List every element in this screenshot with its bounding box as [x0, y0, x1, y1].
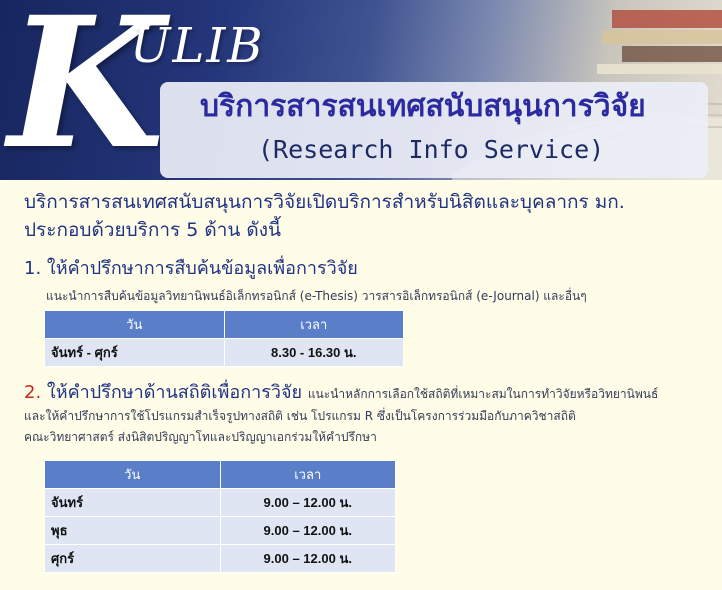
section-2-title: ให้คำปรึกษาด้านสถิติเพื่อการวิจัย [46, 382, 303, 403]
logo-ulib: ULIB [130, 18, 265, 74]
section-1-table: วัน เวลา จันทร์ - ศุกร์ 8.30 - 16.30 น. [44, 310, 404, 367]
section-2-first-line: 2. ให้คำปรึกษาด้านสถิติเพื่อการวิจัย แนะ… [24, 380, 714, 406]
table-cell-day: จันทร์ [44, 488, 221, 517]
section-2-block: 2. ให้คำปรึกษาด้านสถิติเพื่อการวิจัย แนะ… [24, 380, 714, 448]
table-row: พุธ 9.00 – 12.00 น. [44, 516, 396, 545]
section-1-title: ให้คำปรึกษาการสืบค้นข้อมูลเพื่อการวิจัย [46, 258, 358, 279]
table-header-row: วัน เวลา [44, 460, 396, 489]
table-row: จันทร์ 9.00 – 12.00 น. [44, 488, 396, 517]
intro-text: บริการสารสนเทศสนับสนุนการวิจัยเปิดบริการ… [24, 188, 704, 244]
table-cell-time: 9.00 – 12.00 น. [219, 516, 396, 545]
header-banner: K ULIB บริการสารสนเทศสนับสนุนการวิจัย (R… [0, 0, 722, 180]
page-title: บริการสารสนเทศสนับสนุนการวิจัย [200, 89, 646, 124]
table-cell-day: ศุกร์ [44, 544, 221, 573]
section-2-table: วัน เวลา จันทร์ 9.00 – 12.00 น. พุธ 9.00… [44, 460, 396, 573]
intro-line-2: ประกอบด้วยบริการ 5 ด้าน ดังนี้ [24, 219, 282, 241]
table-cell-time: 8.30 - 16.30 น. [223, 338, 404, 367]
title-box: บริการสารสนเทศสนับสนุนการวิจัย (Research… [160, 82, 708, 178]
table-cell-day: จันทร์ - ศุกร์ [44, 338, 225, 367]
section-1-heading: 1. ให้คำปรึกษาการสืบค้นข้อมูลเพื่อการวิจ… [24, 256, 358, 282]
table-header-time: เวลา [219, 460, 396, 489]
table-row: ศุกร์ 9.00 – 12.00 น. [44, 544, 396, 573]
intro-line-1: บริการสารสนเทศสนับสนุนการวิจัยเปิดบริการ… [24, 191, 625, 213]
section-2-description-line-3: คณะวิทยาศาสตร์ ส่งนิสิตปริญญาโทและปริญญา… [24, 430, 377, 444]
section-2-number: 2. [24, 382, 42, 403]
table-cell-time: 9.00 – 12.00 น. [219, 488, 396, 517]
section-1-number: 1. [24, 258, 42, 279]
table-header-time: เวลา [223, 310, 404, 339]
section-2-description-line-2: และให้คำปรึกษาการใช้โปรแกรมสำเร็จรูปทางส… [24, 409, 576, 423]
table-cell-time: 9.00 – 12.00 น. [219, 544, 396, 573]
section-1-description: แนะนำการสืบค้นข้อมูลวิทยานิพนธ์อิเล็กทรอ… [46, 289, 587, 303]
page-subtitle: (Research Info Service) [258, 135, 605, 164]
section-2-description-inline: แนะนำหลักการเลือกใช้สถิติที่เหมาะสมในการ… [307, 387, 659, 401]
table-header-day: วัน [44, 460, 221, 489]
section-2-heading: 2. ให้คำปรึกษาด้านสถิติเพื่อการวิจัย [24, 382, 308, 403]
table-header-row: วัน เวลา [44, 310, 404, 339]
table-cell-day: พุธ [44, 516, 221, 545]
table-header-day: วัน [44, 310, 225, 339]
table-row: จันทร์ - ศุกร์ 8.30 - 16.30 น. [44, 338, 404, 367]
